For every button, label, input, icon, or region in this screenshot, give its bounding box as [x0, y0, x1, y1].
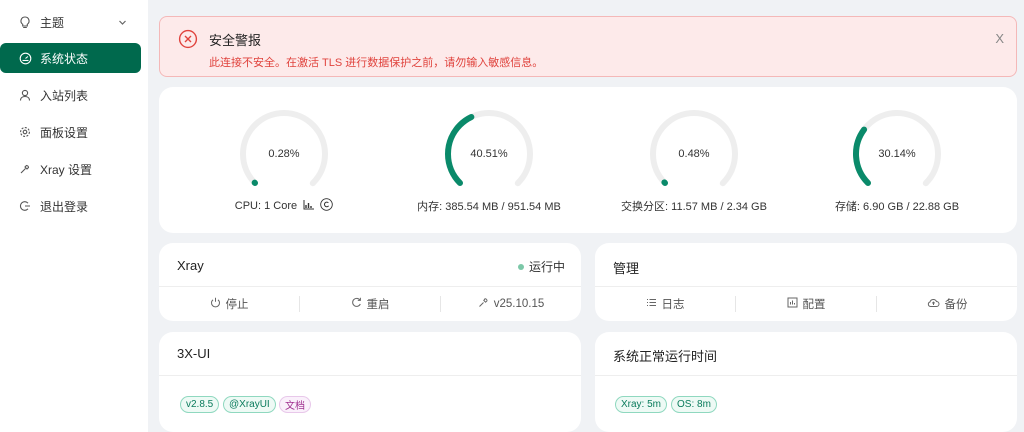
stop-label: 停止 [225, 299, 249, 311]
user-icon [18, 88, 32, 102]
version-label: v25.10.15 [493, 298, 545, 310]
logout-icon [18, 199, 32, 213]
wrench-icon [18, 162, 32, 176]
swap-percent: 0.48% [678, 148, 710, 160]
memory-gauge: 40.51% [439, 104, 539, 204]
telegram-tag[interactable]: @XrayUI [223, 396, 276, 413]
swap-gauge: 0.48% [644, 104, 744, 204]
divider [595, 286, 1017, 287]
dashboard-icon [18, 51, 32, 65]
divider [159, 286, 581, 287]
manage-title: 管理 [613, 261, 640, 276]
cpu-label-text: CPU: 1 Core [234, 199, 298, 212]
xray-status: 运行中 [517, 258, 565, 275]
alert-message: 此连接不安全。在激活 TLS 进行数据保护之前，请勿输入敏感信息。 [209, 57, 544, 69]
power-icon [210, 297, 221, 311]
sidebar-item-theme[interactable]: 主题 [0, 7, 141, 37]
sidebar-item-logout[interactable]: 退出登录 [0, 191, 141, 221]
gear-icon [18, 125, 32, 139]
status-dot [517, 263, 524, 270]
os-uptime-tag: OS: 8m [671, 396, 717, 413]
sidebar-item-label: 退出登录 [40, 199, 89, 214]
xray-card: Xray 运行中 停止 重启 v25.10.15 [159, 243, 581, 321]
memory-label: 内存: 385.54 MB / 951.54 MB [417, 201, 561, 213]
security-alert: 安全警报 此连接不安全。在激活 TLS 进行数据保护之前，请勿输入敏感信息。 X [159, 16, 1017, 77]
chart-icon[interactable] [303, 199, 315, 213]
chevron-down-icon[interactable] [118, 16, 127, 30]
bulb-icon [18, 15, 32, 29]
refresh-icon[interactable] [320, 198, 333, 214]
list-icon [646, 297, 657, 311]
reload-icon [351, 297, 362, 311]
docs-tag[interactable]: 文档 [279, 396, 311, 413]
sidebar-item-inbounds[interactable]: 入站列表 [0, 80, 141, 110]
alert-title: 安全警报 [209, 33, 262, 48]
sidebar-item-label: 主题 [40, 15, 65, 30]
system-stats-card: 0.28% CPU: 1 Core 40.51% 内存: 385.54 MB /… [159, 87, 1017, 233]
stop-button[interactable]: 停止 [159, 292, 299, 316]
manage-card: 管理 日志 配置 备份 [595, 243, 1017, 321]
sidebar-item-system-status[interactable]: 系统状态 [0, 43, 141, 73]
xray-uptime-tag: Xray: 5m [615, 396, 668, 413]
swap-label: 交换分区: 11.57 MB / 2.34 GB [621, 201, 767, 213]
memory-percent: 40.51% [470, 148, 508, 160]
sidebar-item-panel-settings[interactable]: 面板设置 [0, 117, 141, 147]
config-icon [787, 297, 798, 311]
backup-label: 备份 [944, 299, 968, 311]
restart-label: 重启 [366, 299, 390, 311]
divider [595, 375, 1017, 376]
sidebar-item-label: 系统状态 [40, 51, 89, 66]
uptime-title: 系统正常运行时间 [613, 349, 718, 364]
xray-title: Xray [177, 258, 204, 273]
restart-button[interactable]: 重启 [300, 292, 440, 316]
version-button[interactable]: v25.10.15 [441, 292, 581, 316]
wrench-icon [478, 297, 489, 311]
config-label: 配置 [802, 299, 826, 311]
divider [159, 375, 581, 376]
status-text: 运行中 [528, 260, 565, 274]
app-title: 3X-UI [177, 346, 211, 361]
config-button[interactable]: 配置 [736, 292, 876, 316]
sidebar-item-label: 入站列表 [40, 88, 89, 103]
sidebar-item-xray-settings[interactable]: Xray 设置 [0, 154, 141, 184]
version-tag[interactable]: v2.8.5 [180, 396, 220, 413]
backup-button[interactable]: 备份 [877, 292, 1017, 316]
cpu-label: CPU: 1 Core [228, 198, 340, 214]
app-info-card: 3X-UI v2.8.5 @XrayUI 文档 [159, 332, 581, 432]
uptime-card: 系统正常运行时间 Xray: 5m OS: 8m [595, 332, 1017, 432]
sidebar-item-label: Xray 设置 [40, 162, 93, 177]
cpu-percent: 0.28% [268, 148, 300, 160]
error-icon [178, 29, 198, 49]
logs-label: 日志 [661, 299, 685, 311]
sidebar-item-label: 面板设置 [40, 125, 89, 140]
storage-label: 存储: 6.90 GB / 22.88 GB [834, 201, 960, 213]
logs-button[interactable]: 日志 [595, 292, 735, 316]
cpu-gauge: 0.28% [234, 104, 334, 204]
close-icon[interactable]: X [995, 31, 1004, 46]
storage-gauge: 30.14% [847, 104, 947, 204]
cloud-icon [927, 297, 940, 311]
sidebar: 主题 系统状态 入站列表 面板设置 Xray 设置 退出登录 [0, 0, 148, 432]
storage-percent: 30.14% [878, 148, 916, 160]
